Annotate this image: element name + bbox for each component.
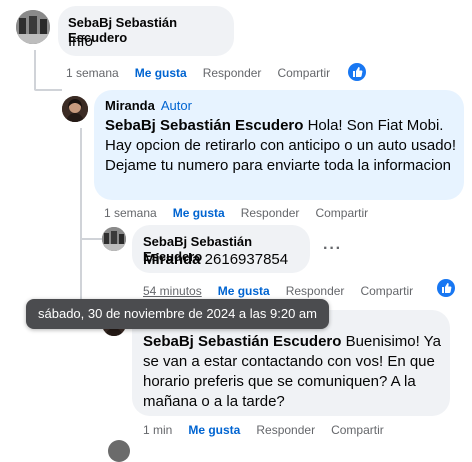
mention-link[interactable]: SebaBj Sebastián Escudero xyxy=(143,333,341,350)
thread-line xyxy=(34,89,62,91)
share-button[interactable]: Compartir xyxy=(315,206,368,220)
like-button[interactable]: Me gusta xyxy=(173,206,225,220)
comment-timestamp[interactable]: 1 min xyxy=(143,423,172,437)
reply-button[interactable]: Responder xyxy=(241,206,300,220)
comment-timestamp[interactable]: 54 minutos xyxy=(143,284,202,298)
reply-button[interactable]: Responder xyxy=(286,284,345,298)
thread-line xyxy=(34,50,36,90)
thumbs-up-icon[interactable] xyxy=(348,63,366,81)
thumbs-up-icon[interactable] xyxy=(437,279,455,297)
mention-link[interactable]: Miranda xyxy=(143,251,201,268)
avatar[interactable] xyxy=(102,227,126,251)
avatar-image xyxy=(102,227,126,251)
comment-actions: 54 minutos Me gusta Responder Compartir xyxy=(143,284,429,298)
comment-text: Miranda 2616937854 xyxy=(143,250,288,270)
avatar-image xyxy=(16,10,50,44)
comment-author-row: Miranda Autor xyxy=(105,98,192,113)
comment-bubble: SebaBj Sebastián Escudero Miranda 261693… xyxy=(132,225,310,273)
share-button[interactable]: Compartir xyxy=(277,66,330,80)
comment-bubble: Miranda Autor SebaBj Sebastián Escudero H… xyxy=(94,90,464,200)
comment-actions: 1 semana Me gusta Responder Compartir xyxy=(66,66,346,80)
like-button[interactable]: Me gusta xyxy=(188,423,240,437)
comment-author[interactable]: Miranda xyxy=(105,98,155,113)
avatar[interactable] xyxy=(62,96,88,122)
share-button[interactable]: Compartir xyxy=(331,423,384,437)
reply-button[interactable]: Responder xyxy=(256,423,315,437)
avatar[interactable] xyxy=(16,10,50,44)
avatar[interactable] xyxy=(108,440,130,462)
more-icon[interactable]: ··· xyxy=(323,240,342,258)
author-badge: Autor xyxy=(160,98,192,113)
comment-actions: 1 semana Me gusta Responder Compartir xyxy=(104,206,384,220)
comment-text: Info xyxy=(68,33,94,50)
avatar-image xyxy=(62,96,88,122)
reply-button[interactable]: Responder xyxy=(203,66,262,80)
share-button[interactable]: Compartir xyxy=(360,284,413,298)
comment-timestamp[interactable]: 1 semana xyxy=(66,66,119,80)
comment-body: 2616937854 xyxy=(200,251,289,268)
comment-bubble: SebaBj Sebastián Escudero Info xyxy=(58,6,234,56)
mention-link[interactable]: SebaBj Sebastián Escudero xyxy=(105,117,303,134)
like-button[interactable]: Me gusta xyxy=(218,284,270,298)
comment-timestamp[interactable]: 1 semana xyxy=(104,206,157,220)
like-button[interactable]: Me gusta xyxy=(135,66,187,80)
comment-text: SebaBj Sebastián Escudero Hola! Son Fiat… xyxy=(105,116,457,176)
timestamp-tooltip: sábado, 30 de noviembre de 2024 a las 9:… xyxy=(26,299,329,329)
comment-actions: 1 min Me gusta Responder Compartir xyxy=(143,423,400,437)
thread-line xyxy=(80,238,102,240)
thread-line xyxy=(80,128,82,240)
comment-text: SebaBj Sebastián Escudero Buenisimo! Ya … xyxy=(143,332,443,412)
